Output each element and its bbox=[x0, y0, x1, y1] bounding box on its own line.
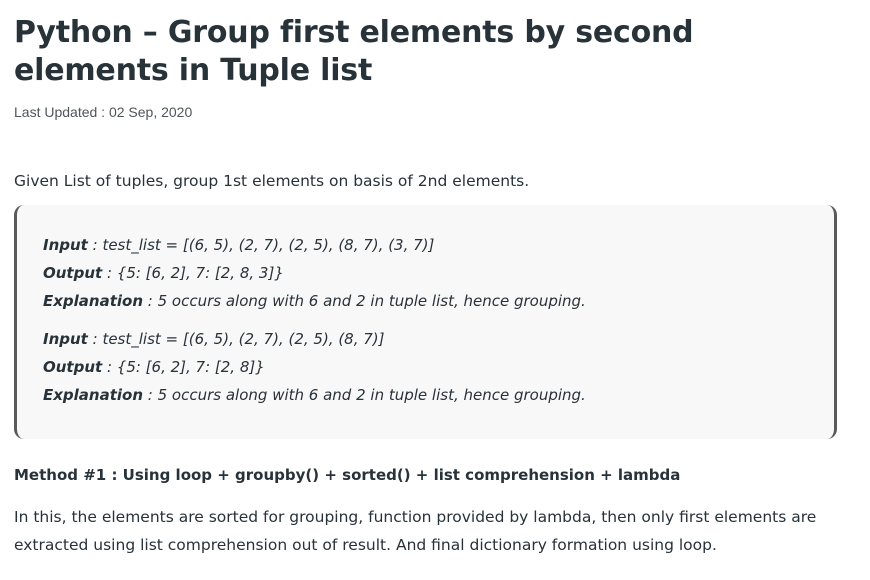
method-heading: Method #1 : Using loop + groupby() + sor… bbox=[14, 466, 681, 484]
example-1-output: Output : {5: [6, 2], 7: [2, 8, 3]} bbox=[43, 259, 834, 287]
page-title: Python – Group first elements by second … bbox=[14, 15, 694, 88]
example-box: Input : test_list = [(6, 5), (2, 7), (2,… bbox=[14, 205, 837, 439]
explanation-text: : 5 occurs along with 6 and 2 in tuple l… bbox=[143, 292, 586, 310]
explanation-text: : 5 occurs along with 6 and 2 in tuple l… bbox=[143, 386, 586, 404]
last-updated: Last Updated : 02 Sep, 2020 bbox=[14, 104, 193, 120]
example-2-explanation: Explanation : 5 occurs along with 6 and … bbox=[43, 381, 834, 409]
explanation-label: Explanation bbox=[43, 292, 144, 310]
output-text: : {5: [6, 2], 7: [2, 8, 3]} bbox=[102, 264, 284, 282]
example-1-input: Input : test_list = [(6, 5), (2, 7), (2,… bbox=[43, 231, 834, 259]
output-label: Output bbox=[43, 358, 103, 376]
explanation-label: Explanation bbox=[43, 386, 144, 404]
example-1-explanation: Explanation : 5 occurs along with 6 and … bbox=[43, 287, 834, 315]
intro-paragraph: Given List of tuples, group 1st elements… bbox=[14, 172, 530, 190]
method-description: In this, the elements are sorted for gro… bbox=[14, 508, 817, 554]
output-text: : {5: [6, 2], 7: [2, 8]} bbox=[102, 358, 265, 376]
article: Python – Group first elements by second … bbox=[14, 14, 844, 559]
input-label: Input bbox=[43, 236, 88, 254]
example-2-input: Input : test_list = [(6, 5), (2, 7), (2,… bbox=[43, 325, 834, 353]
example-spacer bbox=[43, 315, 834, 325]
input-label: Input bbox=[43, 330, 88, 348]
output-label: Output bbox=[43, 264, 103, 282]
input-text: : test_list = [(6, 5), (2, 7), (2, 5), (… bbox=[87, 236, 435, 254]
example-2-output: Output : {5: [6, 2], 7: [2, 8]} bbox=[43, 353, 834, 381]
input-text: : test_list = [(6, 5), (2, 7), (2, 5), (… bbox=[87, 330, 385, 348]
